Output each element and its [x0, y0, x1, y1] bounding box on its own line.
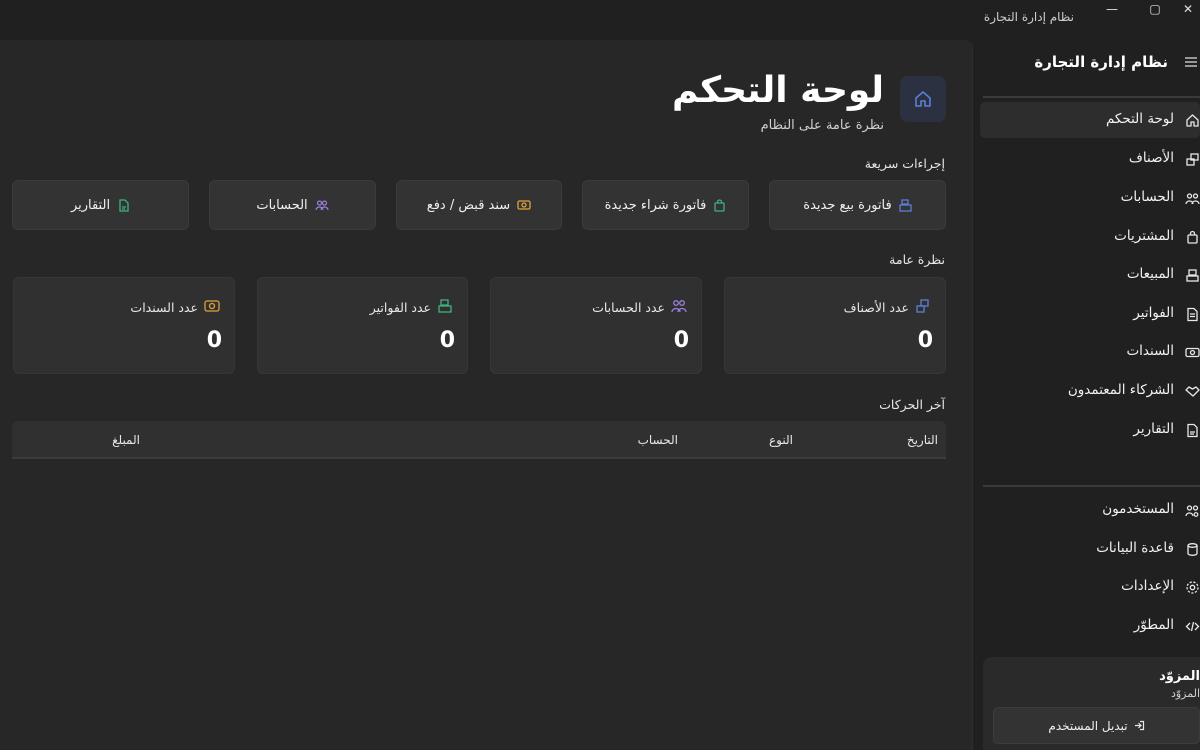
sidebar-item-label: المشتريات — [1114, 228, 1174, 244]
sidebar-item-label: قاعدة البيانات — [1096, 540, 1174, 556]
new-sale-invoice-label: فاتورة بيع جديدة — [803, 197, 892, 213]
sidebar-item-label: السندات — [1126, 343, 1174, 359]
reports-label: التقارير — [70, 197, 111, 213]
sidebar-item-label: الفواتير — [1133, 305, 1174, 321]
cash-icon — [1185, 347, 1200, 358]
sidebar-item-label: الحسابات — [1120, 189, 1174, 205]
user-role: المزوّد — [1170, 687, 1200, 700]
sidebar-item-developer[interactable]: المطوّر — [980, 608, 1200, 644]
sidebar-item-vouchers[interactable]: السندات — [980, 334, 1200, 370]
code-icon — [1185, 621, 1200, 632]
document-icon — [1187, 307, 1198, 322]
sidebar-item-label: الشركاء المعتمدون — [1067, 382, 1174, 398]
accounts-label: الحسابات — [256, 197, 308, 213]
sidebar-item-label: لوحة التحكم — [1105, 111, 1174, 127]
quick-actions-heading: إجراءات سريعة — [864, 156, 945, 171]
sidebar-item-label: المستخدمون — [1102, 501, 1174, 517]
window-title: نظام إدارة التجارة — [983, 10, 1074, 24]
report-icon — [1187, 423, 1198, 438]
users-icon — [315, 200, 329, 211]
page-subtitle: نظرة عامة على النظام — [760, 118, 884, 133]
stat-card-invoices: عدد الفواتير 0 — [257, 277, 468, 374]
stat-card-vouchers: عدد السندات 0 — [13, 277, 235, 374]
sidebar-app-name: نظام إدارة التجارة — [1034, 53, 1168, 71]
gear-icon — [1186, 581, 1199, 594]
sidebar-item-invoices[interactable]: الفواتير — [980, 296, 1200, 332]
database-icon — [1187, 543, 1198, 556]
close-button[interactable]: ✕ — [1176, 0, 1200, 18]
shopping-bag-icon — [714, 198, 726, 212]
switch-user-label: تبديل المستخدم — [1048, 718, 1128, 733]
handshake-icon — [1185, 386, 1200, 397]
stat-value: 0 — [206, 328, 222, 353]
hamburger-menu-icon[interactable] — [1184, 55, 1198, 69]
stat-label: عدد السندات — [130, 300, 198, 315]
switch-user-button[interactable]: تبديل المستخدم — [993, 707, 1200, 744]
sidebar-item-partners[interactable]: الشركاء المعتمدون — [980, 373, 1200, 409]
sidebar-item-sales[interactable]: المبيعات — [980, 257, 1200, 293]
column-header-account[interactable]: الحساب — [638, 433, 678, 447]
register-icon — [899, 198, 912, 212]
sidebar-item-dashboard[interactable]: لوحة التحكم — [980, 102, 1200, 138]
new-purchase-invoice-button[interactable]: فاتورة شراء جديدة — [582, 180, 749, 230]
sidebar-item-reports[interactable]: التقارير — [980, 412, 1200, 448]
sidebar-item-label: المطوّر — [1133, 617, 1174, 633]
main-content: لوحة التحكم نظرة عامة على النظام إجراءات… — [0, 40, 973, 750]
column-header-type[interactable]: النوع — [769, 433, 793, 447]
column-header-date[interactable]: التاريخ — [907, 433, 938, 447]
cash-icon — [517, 200, 531, 210]
stat-card-items: عدد الأصناف 0 — [724, 277, 946, 374]
receipt-payment-voucher-label: سند قبض / دفع — [426, 197, 511, 213]
sidebar: نظام إدارة التجارة لوحة التحكم الأصناف ا… — [973, 40, 1200, 750]
report-icon — [119, 198, 129, 212]
users-icon — [671, 300, 687, 313]
shopping-bag-icon — [1187, 230, 1198, 244]
sidebar-item-label: الإعدادات — [1121, 578, 1174, 594]
cubes-icon — [1186, 153, 1199, 166]
stat-card-accounts: عدد الحسابات 0 — [490, 277, 702, 374]
page-title: لوحة التحكم — [671, 70, 884, 111]
recent-transactions-heading: آخر الحركات — [879, 397, 945, 412]
title-bar: نظام إدارة التجارة — ▢ ✕ — [0, 0, 1200, 36]
new-purchase-invoice-label: فاتورة شراء جديدة — [604, 197, 707, 213]
stat-label: عدد الفواتير — [369, 300, 431, 315]
sidebar-item-purchases[interactable]: المشتريات — [980, 219, 1200, 255]
overview-heading: نظرة عامة — [889, 252, 945, 267]
new-sale-invoice-button[interactable]: فاتورة بيع جديدة — [769, 180, 946, 230]
user-card: المزوّد المزوّد تبديل المستخدم — [983, 657, 1200, 750]
sidebar-divider — [983, 485, 1200, 487]
sidebar-item-users[interactable]: المستخدمون — [980, 492, 1200, 528]
receipt-payment-voucher-button[interactable]: سند قبض / دفع — [396, 180, 562, 230]
page-icon-box — [900, 76, 946, 122]
stat-label: عدد الحسابات — [592, 300, 665, 315]
cubes-icon — [916, 299, 929, 313]
stat-label: عدد الأصناف — [843, 300, 909, 315]
sidebar-divider — [983, 96, 1200, 98]
home-icon — [915, 91, 931, 107]
register-icon — [1186, 269, 1199, 282]
minimize-button[interactable]: — — [1090, 0, 1134, 18]
sidebar-item-items[interactable]: الأصناف — [980, 141, 1200, 177]
users-gear-icon — [1185, 505, 1199, 517]
reports-button[interactable]: التقارير — [12, 180, 189, 230]
stat-value: 0 — [917, 328, 933, 353]
sidebar-item-database[interactable]: قاعدة البيانات — [980, 531, 1200, 567]
stat-value: 0 — [439, 328, 455, 353]
sidebar-item-label: التقارير — [1133, 421, 1174, 437]
maximize-button[interactable]: ▢ — [1133, 0, 1177, 18]
users-icon — [1185, 193, 1200, 205]
user-name: المزوّد — [1159, 669, 1200, 684]
accounts-button[interactable]: الحسابات — [209, 180, 376, 230]
sidebar-item-label: الأصناف — [1128, 150, 1174, 166]
sidebar-item-label: المبيعات — [1126, 266, 1174, 282]
column-header-amount[interactable]: المبلغ — [112, 433, 140, 447]
stat-value: 0 — [673, 328, 689, 353]
logout-icon — [1134, 720, 1144, 731]
register-icon — [438, 299, 452, 313]
cash-icon — [204, 300, 220, 312]
sidebar-item-settings[interactable]: الإعدادات — [980, 569, 1200, 605]
recent-transactions-table: التاريخ النوع الحساب المبلغ — [12, 421, 946, 459]
sidebar-item-accounts[interactable]: الحسابات — [980, 180, 1200, 216]
home-icon — [1186, 114, 1199, 127]
